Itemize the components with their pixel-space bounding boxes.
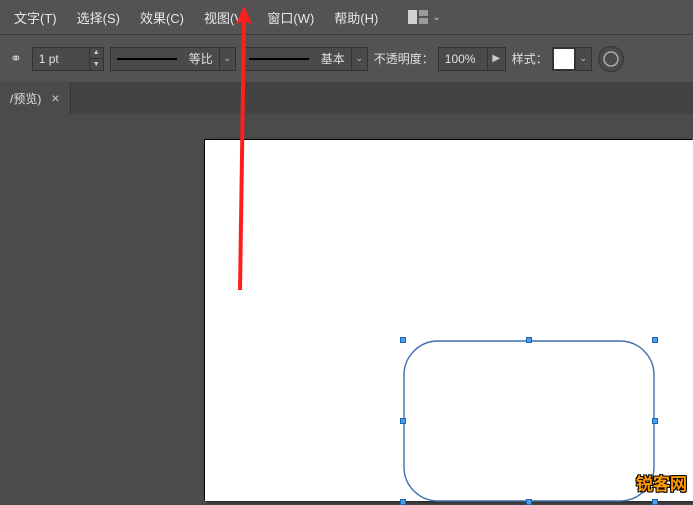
selection-handle[interactable]	[400, 337, 406, 343]
opacity-input[interactable]	[439, 48, 487, 70]
arrow-right-icon[interactable]: ▶	[487, 48, 505, 70]
document-tab-bar: /预览) ×	[0, 82, 693, 114]
stroke-profile-select[interactable]: 等比 ⌄	[110, 47, 236, 71]
workspace-switcher[interactable]: ⌄	[402, 6, 446, 28]
selection-handle[interactable]	[400, 499, 406, 505]
selection-handle[interactable]	[400, 418, 406, 424]
watermark: 锐客网	[636, 470, 687, 495]
layout-icon	[408, 10, 428, 24]
canvas-area[interactable]	[0, 114, 693, 501]
chevron-down-icon[interactable]: ⌄	[219, 48, 235, 70]
menu-help[interactable]: 帮助(H)	[324, 2, 388, 33]
opacity-control[interactable]: ▶	[438, 47, 506, 71]
menu-view[interactable]: 视图(V)	[194, 2, 257, 33]
stroke-profile-preview	[111, 48, 183, 70]
chevron-down-icon: ⌄	[432, 12, 440, 23]
selection-handle[interactable]	[526, 499, 532, 505]
style-select[interactable]: ⌄	[552, 47, 592, 71]
link-icon[interactable]: ⚭	[6, 50, 26, 67]
recolor-icon	[603, 51, 619, 67]
menu-select[interactable]: 选择(S)	[67, 2, 130, 33]
menu-text[interactable]: 文字(T)	[4, 2, 67, 33]
stroke-profile-label: 等比	[183, 50, 219, 67]
stroke-weight-stepper[interactable]: ▲ ▼	[89, 48, 103, 70]
step-down-icon[interactable]: ▼	[90, 59, 103, 70]
recolor-button[interactable]	[598, 46, 624, 72]
selection-handle[interactable]	[652, 499, 658, 505]
style-label: 样式：	[512, 50, 548, 67]
brush-select[interactable]: 基本 ⌄	[242, 47, 368, 71]
brush-label: 基本	[315, 50, 351, 67]
stroke-weight-input[interactable]	[33, 48, 89, 70]
menu-effect[interactable]: 效果(C)	[130, 2, 194, 33]
selection-handle[interactable]	[526, 337, 532, 343]
opacity-label: 不透明度：	[374, 50, 434, 67]
artboard[interactable]	[205, 140, 693, 501]
stroke-weight-control[interactable]: ▲ ▼	[32, 47, 104, 71]
selection-handle[interactable]	[652, 418, 658, 424]
chevron-down-icon[interactable]: ⌄	[575, 48, 591, 70]
style-swatch	[553, 48, 575, 70]
menu-bar: 文字(T) 选择(S) 效果(C) 视图(V) 窗口(W) 帮助(H) ⌄	[0, 0, 693, 34]
selection-handle[interactable]	[652, 337, 658, 343]
options-bar: ⚭ ▲ ▼ 等比 ⌄ 基本 ⌄ 不透明度： ▶ 样式： ⌄	[0, 34, 693, 82]
menu-window[interactable]: 窗口(W)	[257, 2, 324, 33]
rounded-rectangle-shape[interactable]	[403, 340, 655, 502]
close-icon[interactable]: ×	[51, 90, 59, 106]
document-tab[interactable]: /预览) ×	[0, 82, 71, 114]
chevron-down-icon[interactable]: ⌄	[351, 48, 367, 70]
brush-preview	[243, 48, 315, 70]
step-up-icon[interactable]: ▲	[90, 48, 103, 60]
tab-title: /预览)	[10, 90, 41, 107]
